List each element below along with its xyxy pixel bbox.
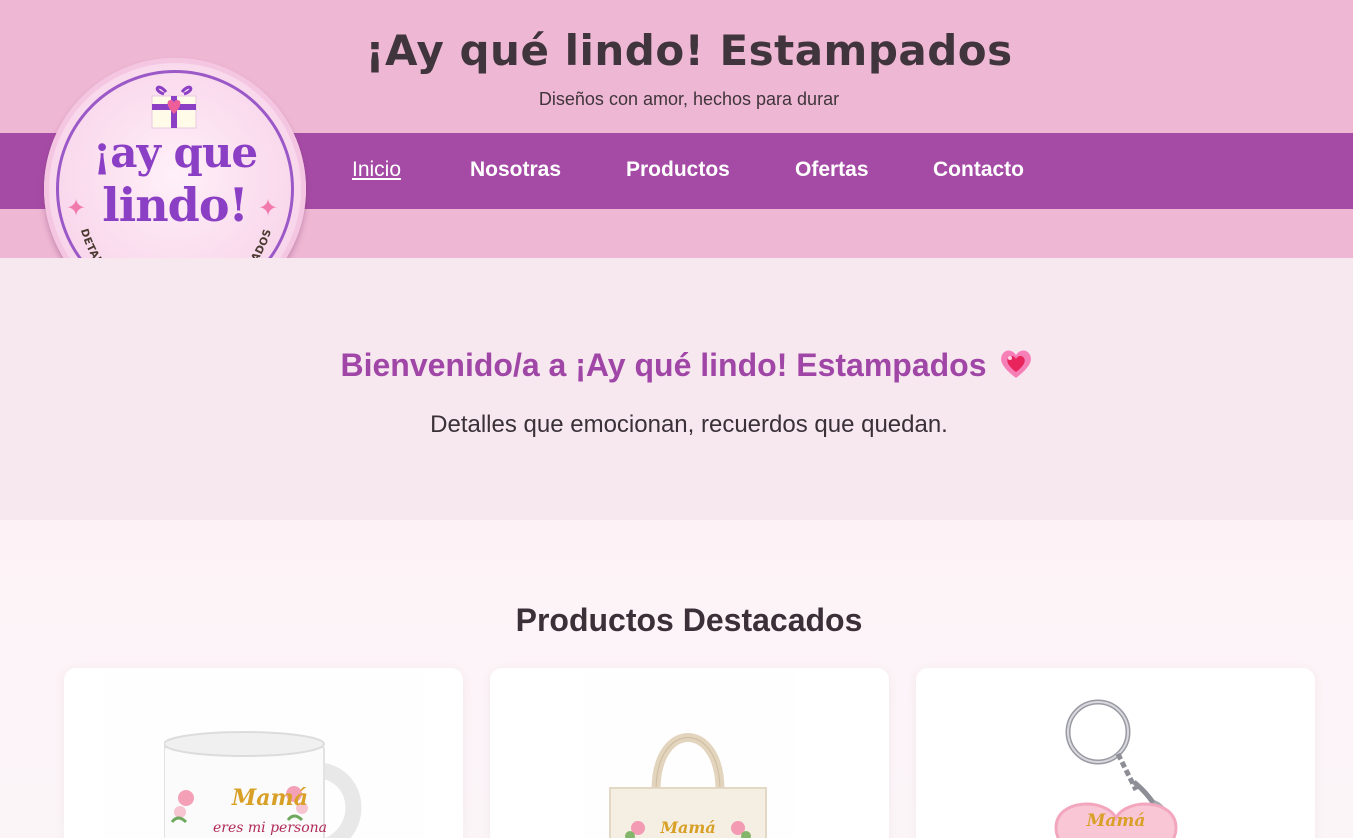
- product-card-keychain[interactable]: Mamá: [916, 668, 1315, 838]
- product-card-mug[interactable]: Mamá eres mi persona: [64, 668, 463, 838]
- nav-item-productos[interactable]: Productos: [626, 158, 730, 182]
- tote-print-line-1: Mamá: [660, 818, 716, 837]
- mug-print-line-2: eres mi persona: [212, 820, 328, 836]
- nav-item-ofertas[interactable]: Ofertas: [795, 158, 869, 182]
- mug-print-line-1: Mamá: [231, 785, 309, 811]
- product-card-tote-bag[interactable]: Mamá: [490, 668, 889, 838]
- hero-subtitle: Detalles que emocionan, recuerdos que qu…: [430, 411, 948, 438]
- featured-products-section: Productos Destacados Mamá eres mi person…: [0, 520, 1353, 838]
- nav-item-nosotras[interactable]: Nosotras: [470, 158, 561, 182]
- section-title: Productos Destacados: [515, 602, 863, 638]
- hero-section: Bienvenido/a a ¡Ay qué lindo! Estampados…: [0, 258, 1353, 520]
- hero-title-text: Bienvenido/a a ¡Ay qué lindo! Estampados: [340, 347, 987, 383]
- hero-title: Bienvenido/a a ¡Ay qué lindo! Estampados: [0, 347, 1353, 384]
- nav-item-contacto[interactable]: Contacto: [933, 158, 1024, 182]
- sparkling-heart-icon: [1000, 350, 1031, 378]
- keychain-print-line-1: Mamá: [1086, 811, 1146, 831]
- nav-item-inicio[interactable]: Inicio: [352, 158, 401, 182]
